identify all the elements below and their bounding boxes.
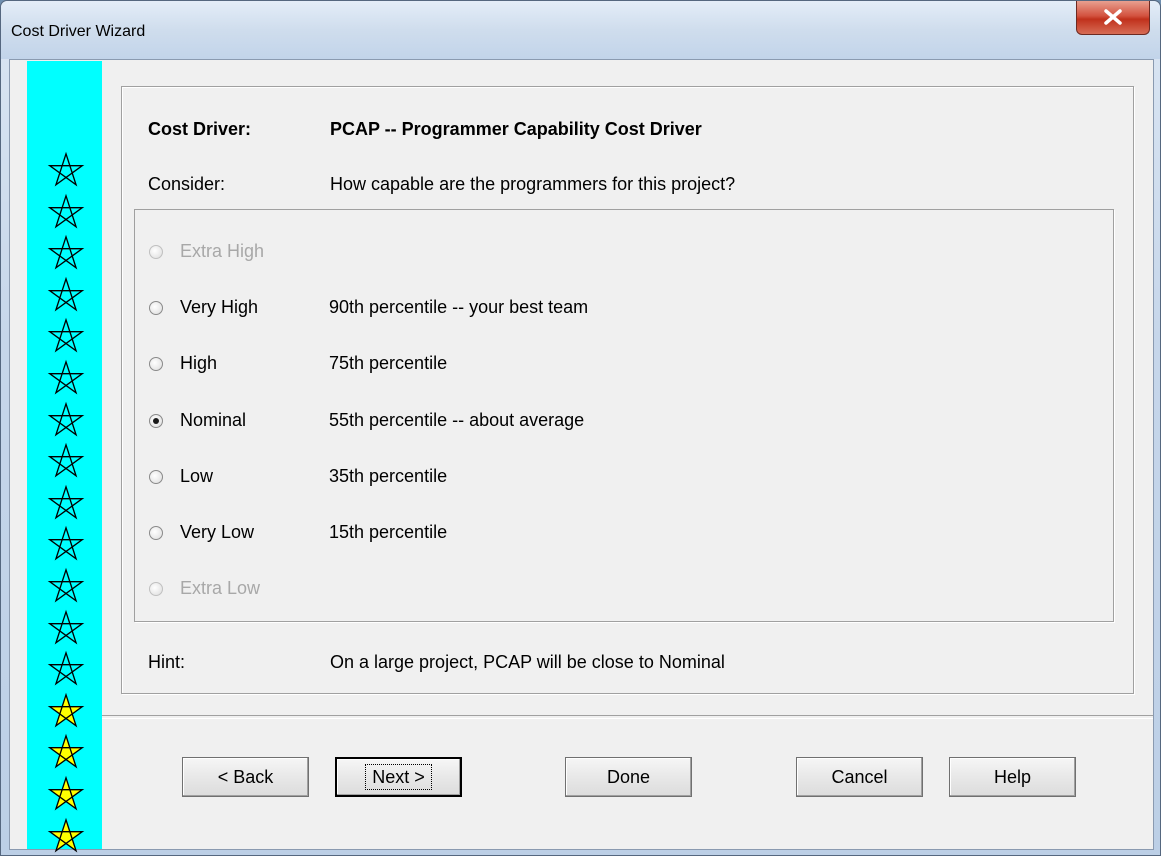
cancel-button[interactable]: Cancel (796, 757, 923, 797)
radio-button (149, 245, 163, 259)
window-title: Cost Driver Wizard (11, 23, 146, 40)
completed-step-star-icon (47, 484, 85, 520)
wizard-window: Cost Driver Wizard Cost Driver: PCAP -- … (0, 0, 1161, 856)
rating-description: 35th percentile (329, 466, 448, 486)
rating-label[interactable]: Very Low (180, 522, 254, 543)
cost-driver-value: PCAP -- Programmer Capability Cost Drive… (330, 119, 702, 139)
rating-description: 15th percentile (329, 522, 448, 542)
radio-button (149, 582, 163, 596)
completed-step-star-icon (47, 567, 85, 603)
button-separator (102, 715, 1153, 719)
pending-step-star-icon (47, 692, 85, 728)
completed-step-star-icon (47, 318, 85, 353)
radio-button[interactable] (149, 357, 163, 371)
close-icon (1104, 9, 1122, 25)
pending-step-star-icon (47, 734, 85, 769)
radio-button[interactable] (149, 301, 163, 315)
help-button[interactable]: Help (949, 757, 1076, 797)
progress-star-strip (27, 61, 102, 853)
hint-label: Hint: (148, 652, 186, 672)
rating-group-box (134, 209, 1114, 622)
next-button[interactable]: Next > (335, 757, 462, 797)
completed-step-star-icon (47, 609, 85, 645)
title-bar[interactable]: Cost Driver Wizard (1, 1, 1160, 59)
consider-label: Consider: (148, 174, 226, 194)
completed-step-star-icon (47, 359, 85, 395)
pending-step-star-icon (47, 817, 85, 853)
rating-label: Extra Low (180, 578, 261, 598)
close-button[interactable] (1076, 1, 1150, 35)
completed-step-star-icon (47, 442, 85, 478)
rating-label[interactable]: Nominal (180, 410, 246, 431)
completed-step-star-icon (47, 276, 85, 312)
hint-value: On a large project, PCAP will be close t… (330, 652, 725, 672)
rating-label: Extra High (180, 241, 265, 261)
rating-label[interactable]: Very High (180, 297, 258, 318)
radio-button[interactable] (149, 414, 163, 428)
radio-button[interactable] (149, 526, 163, 540)
completed-step-star-icon (47, 650, 85, 686)
rating-description: 90th percentile -- your best team (329, 297, 589, 317)
back-button[interactable]: < Back (182, 757, 309, 797)
rating-description: 55th percentile -- about average (329, 410, 585, 430)
consider-value: How capable are the programmers for this… (330, 174, 736, 194)
done-button[interactable]: Done (565, 757, 692, 797)
completed-step-star-icon (47, 193, 85, 229)
rating-label[interactable]: Low (180, 466, 213, 487)
completed-step-star-icon (47, 151, 85, 187)
next-button-label: Next > (365, 763, 432, 790)
completed-step-star-icon (47, 401, 85, 437)
completed-step-star-icon (47, 234, 85, 270)
radio-selected-dot (153, 418, 159, 424)
pending-step-star-icon (47, 775, 85, 811)
rating-description: 75th percentile (329, 353, 448, 373)
cost-driver-label: Cost Driver: (148, 119, 252, 139)
radio-button[interactable] (149, 470, 163, 484)
rating-label[interactable]: High (180, 353, 217, 374)
completed-step-star-icon (47, 526, 85, 561)
